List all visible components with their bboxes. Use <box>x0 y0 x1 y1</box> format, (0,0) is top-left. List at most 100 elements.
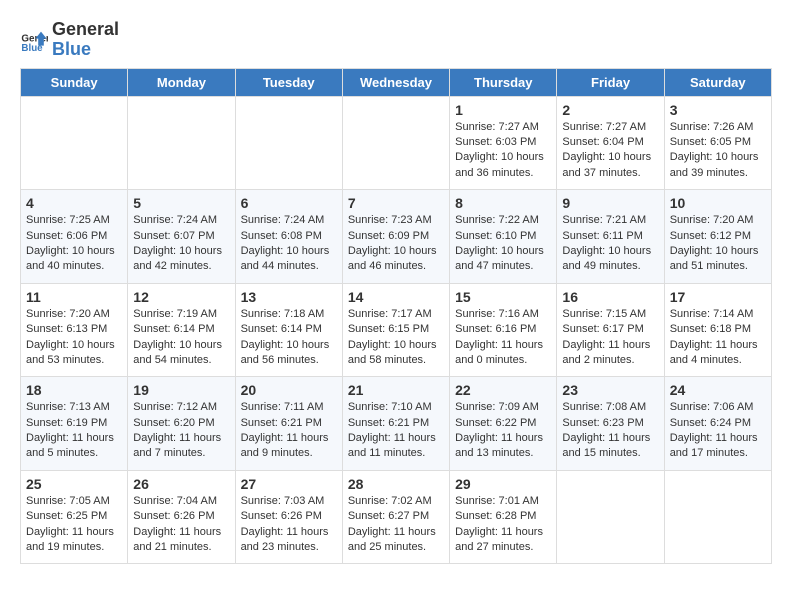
week-row-5: 25 Sunrise: 7:05 AM Sunset: 6:25 PM Dayli… <box>21 470 772 564</box>
day-header-tuesday: Tuesday <box>235 68 342 96</box>
cell-content: Sunrise: 7:15 AM Sunset: 6:17 PM Dayligh… <box>562 307 658 369</box>
calendar-cell: 22Sunrise: 7:09 AM Sunset: 6:22 PM Dayli… <box>450 377 557 471</box>
calendar-cell: 19 Sunrise: 7:12 AM Sunset: 6:20 PM Dayli… <box>128 377 235 471</box>
week-row-3: 11 Sunrise: 7:20 AM Sunset: 6:13 PM Dayli… <box>21 283 772 377</box>
day-number: 3 <box>670 102 766 118</box>
calendar-cell <box>21 96 128 190</box>
calendar-cell: 6 Sunrise: 7:24 AM Sunset: 6:08 PM Daylig… <box>235 190 342 284</box>
calendar-cell: 2 Sunrise: 7:27 AM Sunset: 6:04 PM Daylig… <box>557 96 664 190</box>
cell-content: Sunrise: 7:24 AM Sunset: 6:08 PM Dayligh… <box>241 213 337 275</box>
day-number: 12 <box>133 289 229 305</box>
calendar-cell: 26Sunrise: 7:04 AM Sunset: 6:26 PM Dayli… <box>128 470 235 564</box>
cell-content: Sunrise: 7:18 AM Sunset: 6:14 PM Dayligh… <box>241 307 337 369</box>
day-number: 4 <box>26 195 122 211</box>
calendar-cell: 1 Sunrise: 7:27 AM Sunset: 6:03 PM Daylig… <box>450 96 557 190</box>
calendar-cell: 14Sunrise: 7:17 AM Sunset: 6:15 PM Dayli… <box>342 283 449 377</box>
day-number: 23 <box>562 382 658 398</box>
day-number: 6 <box>241 195 337 211</box>
calendar-table: SundayMondayTuesdayWednesdayThursdayFrid… <box>20 68 772 565</box>
cell-content: Sunrise: 7:13 AM Sunset: 6:19 PM Dayligh… <box>26 400 122 462</box>
calendar-cell: 25 Sunrise: 7:05 AM Sunset: 6:25 PM Dayli… <box>21 470 128 564</box>
calendar-cell <box>342 96 449 190</box>
day-number: 10 <box>670 195 766 211</box>
calendar-cell: 13 Sunrise: 7:18 AM Sunset: 6:14 PM Dayli… <box>235 283 342 377</box>
calendar-cell: 15 Sunrise: 7:16 AM Sunset: 6:16 PM Dayli… <box>450 283 557 377</box>
day-number: 21 <box>348 382 444 398</box>
day-number: 19 <box>133 382 229 398</box>
calendar-cell: 9 Sunrise: 7:21 AM Sunset: 6:11 PM Daylig… <box>557 190 664 284</box>
day-number: 13 <box>241 289 337 305</box>
calendar-cell: 29 Sunrise: 7:01 AM Sunset: 6:28 PM Dayli… <box>450 470 557 564</box>
day-number: 11 <box>26 289 122 305</box>
day-number: 29 <box>455 476 551 492</box>
cell-content: Sunrise: 7:27 AM Sunset: 6:04 PM Dayligh… <box>562 120 658 182</box>
calendar-cell: 16 Sunrise: 7:15 AM Sunset: 6:17 PM Dayli… <box>557 283 664 377</box>
calendar-cell: 7 Sunrise: 7:23 AM Sunset: 6:09 PM Daylig… <box>342 190 449 284</box>
cell-content: Sunrise: 7:20 AM Sunset: 6:13 PM Dayligh… <box>26 307 122 369</box>
cell-content: Sunrise: 7:16 AM Sunset: 6:16 PM Dayligh… <box>455 307 551 369</box>
cell-content: Sunrise: 7:21 AM Sunset: 6:11 PM Dayligh… <box>562 213 658 275</box>
calendar-cell: 21 Sunrise: 7:10 AM Sunset: 6:21 PM Dayli… <box>342 377 449 471</box>
logo: General Blue General Blue <box>20 20 119 60</box>
cell-content: Sunrise: 7:10 AM Sunset: 6:21 PM Dayligh… <box>348 400 444 462</box>
day-number: 14 <box>348 289 444 305</box>
day-number: 20 <box>241 382 337 398</box>
day-number: 25 <box>26 476 122 492</box>
cell-content: Sunrise: 7:23 AM Sunset: 6:09 PM Dayligh… <box>348 213 444 275</box>
cell-content: Sunrise: 7:27 AM Sunset: 6:03 PM Dayligh… <box>455 120 551 182</box>
day-number: 15 <box>455 289 551 305</box>
day-header-sunday: Sunday <box>21 68 128 96</box>
days-header-row: SundayMondayTuesdayWednesdayThursdayFrid… <box>21 68 772 96</box>
cell-content: Sunrise: 7:05 AM Sunset: 6:25 PM Dayligh… <box>26 494 122 556</box>
logo-text-general: General <box>52 20 119 40</box>
calendar-cell: 12 Sunrise: 7:19 AM Sunset: 6:14 PM Dayli… <box>128 283 235 377</box>
calendar-cell <box>235 96 342 190</box>
calendar-cell: 20 Sunrise: 7:11 AM Sunset: 6:21 PM Dayli… <box>235 377 342 471</box>
day-number: 27 <box>241 476 337 492</box>
calendar-cell: 23 Sunrise: 7:08 AM Sunset: 6:23 PM Dayli… <box>557 377 664 471</box>
day-number: 16 <box>562 289 658 305</box>
cell-content: Sunrise: 7:08 AM Sunset: 6:23 PM Dayligh… <box>562 400 658 462</box>
calendar-cell <box>664 470 771 564</box>
calendar-cell: 10 Sunrise: 7:20 AM Sunset: 6:12 PM Dayli… <box>664 190 771 284</box>
day-header-friday: Friday <box>557 68 664 96</box>
cell-content: Sunrise: 7:24 AM Sunset: 6:07 PM Dayligh… <box>133 213 229 275</box>
cell-content: Sunrise: 7:14 AM Sunset: 6:18 PM Dayligh… <box>670 307 766 369</box>
day-number: 28 <box>348 476 444 492</box>
week-row-1: 1 Sunrise: 7:27 AM Sunset: 6:03 PM Daylig… <box>21 96 772 190</box>
day-header-thursday: Thursday <box>450 68 557 96</box>
day-header-wednesday: Wednesday <box>342 68 449 96</box>
day-header-monday: Monday <box>128 68 235 96</box>
cell-content: Sunrise: 7:09 AM Sunset: 6:22 PM Dayligh… <box>455 400 551 462</box>
logo-text-blue: Blue <box>52 40 119 60</box>
cell-content: Sunrise: 7:20 AM Sunset: 6:12 PM Dayligh… <box>670 213 766 275</box>
cell-content: Sunrise: 7:03 AM Sunset: 6:26 PM Dayligh… <box>241 494 337 556</box>
cell-content: Sunrise: 7:12 AM Sunset: 6:20 PM Dayligh… <box>133 400 229 462</box>
calendar-cell: 4Sunrise: 7:25 AM Sunset: 6:06 PM Daylig… <box>21 190 128 284</box>
day-number: 1 <box>455 102 551 118</box>
day-number: 7 <box>348 195 444 211</box>
calendar-cell: 18 Sunrise: 7:13 AM Sunset: 6:19 PM Dayli… <box>21 377 128 471</box>
calendar-cell: 11 Sunrise: 7:20 AM Sunset: 6:13 PM Dayli… <box>21 283 128 377</box>
header: General Blue General Blue <box>20 16 772 60</box>
cell-content: Sunrise: 7:11 AM Sunset: 6:21 PM Dayligh… <box>241 400 337 462</box>
calendar-cell: 3Sunrise: 7:26 AM Sunset: 6:05 PM Daylig… <box>664 96 771 190</box>
calendar-cell: 28Sunrise: 7:02 AM Sunset: 6:27 PM Dayli… <box>342 470 449 564</box>
day-number: 9 <box>562 195 658 211</box>
logo-icon: General Blue <box>20 26 48 54</box>
cell-content: Sunrise: 7:06 AM Sunset: 6:24 PM Dayligh… <box>670 400 766 462</box>
calendar-cell <box>557 470 664 564</box>
week-row-4: 18 Sunrise: 7:13 AM Sunset: 6:19 PM Dayli… <box>21 377 772 471</box>
day-number: 17 <box>670 289 766 305</box>
day-number: 2 <box>562 102 658 118</box>
day-number: 26 <box>133 476 229 492</box>
day-number: 24 <box>670 382 766 398</box>
day-number: 5 <box>133 195 229 211</box>
week-row-2: 4Sunrise: 7:25 AM Sunset: 6:06 PM Daylig… <box>21 190 772 284</box>
cell-content: Sunrise: 7:19 AM Sunset: 6:14 PM Dayligh… <box>133 307 229 369</box>
day-number: 18 <box>26 382 122 398</box>
cell-content: Sunrise: 7:22 AM Sunset: 6:10 PM Dayligh… <box>455 213 551 275</box>
cell-content: Sunrise: 7:01 AM Sunset: 6:28 PM Dayligh… <box>455 494 551 556</box>
calendar-cell: 27 Sunrise: 7:03 AM Sunset: 6:26 PM Dayli… <box>235 470 342 564</box>
day-number: 8 <box>455 195 551 211</box>
